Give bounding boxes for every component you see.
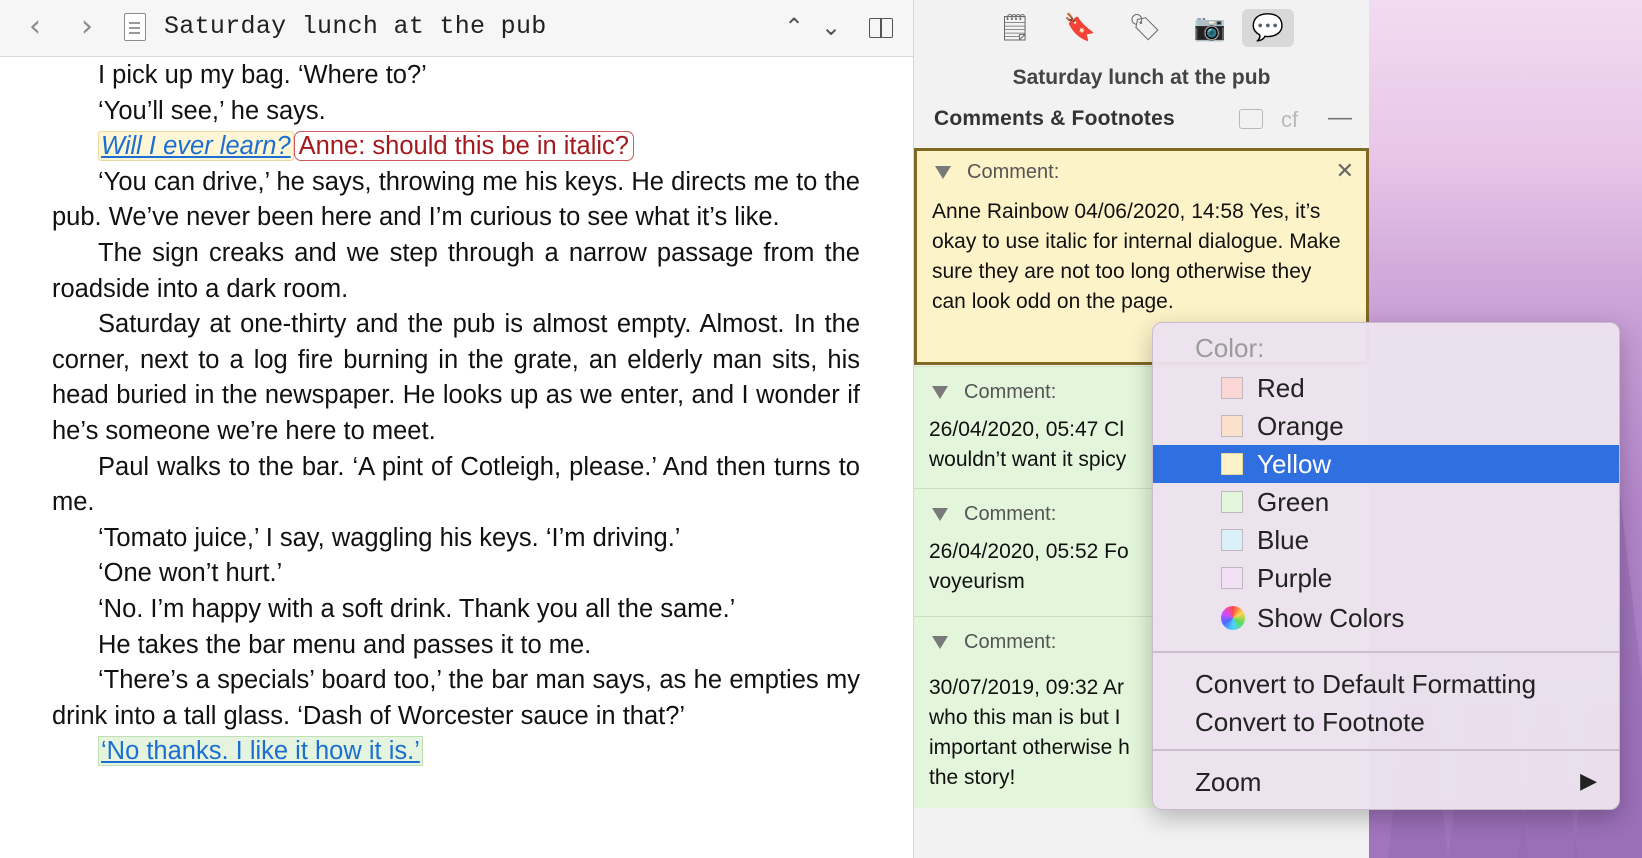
disclosure-triangle-icon[interactable] bbox=[935, 166, 951, 180]
comment-body[interactable]: Anne Rainbow 04/06/2020, 14:58 Yes, it’s… bbox=[932, 197, 1342, 317]
menu-item-convert-footnote[interactable]: Convert to Footnote bbox=[1153, 703, 1619, 741]
comment-header-label: Comment: bbox=[964, 503, 1057, 525]
menu-item-label: Show Colors bbox=[1257, 603, 1405, 633]
disclosure-triangle-icon[interactable] bbox=[932, 636, 948, 650]
inspector-toolbar: 🗒 🔖 🏷 📷 💬 bbox=[914, 0, 1369, 54]
menu-item-convert-default[interactable]: Convert to Default Formatting bbox=[1153, 665, 1619, 703]
document-title: Saturday lunch at the pub bbox=[164, 12, 547, 41]
menu-item-green[interactable]: Green bbox=[1153, 483, 1619, 521]
paragraph: Paul walks to the bar. ‘A pint of Cotlei… bbox=[52, 452, 860, 517]
menu-separator bbox=[1153, 749, 1619, 751]
add-comment-icon[interactable] bbox=[1239, 109, 1263, 129]
commented-text-link[interactable]: ‘No thanks. I like it how it is.’ bbox=[98, 736, 423, 767]
color-swatch bbox=[1221, 491, 1243, 513]
paragraph: I pick up my bag. ‘Where to?’ bbox=[98, 61, 427, 89]
menu-item-label: Yellow bbox=[1257, 449, 1332, 479]
color-menu-header: Color: bbox=[1195, 333, 1265, 363]
commented-text-link[interactable]: Will I ever learn? bbox=[98, 131, 294, 162]
paragraph: Saturday at one-thirty and the pub is al… bbox=[52, 310, 860, 445]
inline-annotation[interactable]: Anne: should this be in italic? bbox=[293, 131, 634, 162]
color-swatch bbox=[1221, 377, 1243, 399]
menu-separator bbox=[1153, 651, 1619, 653]
menu-item-yellow[interactable]: Yellow bbox=[1153, 445, 1619, 483]
color-wheel-icon bbox=[1221, 606, 1245, 630]
previous-document-icon[interactable]: ⌃ bbox=[779, 10, 809, 44]
paragraph: ‘Tomato juice,’ I say, waggling his keys… bbox=[98, 523, 681, 552]
menu-item-purple[interactable]: Purple bbox=[1153, 559, 1619, 597]
menu-item-label: Purple bbox=[1257, 563, 1333, 593]
comment-body[interactable]: 30/07/2019, 09:32 Ar who this man is but… bbox=[929, 673, 1149, 793]
paragraph: He takes the bar menu and passes it to m… bbox=[98, 630, 592, 659]
paragraph: ‘There’s a specials’ board too,’ the bar… bbox=[52, 666, 860, 730]
next-document-icon[interactable]: ⌄ bbox=[816, 10, 846, 44]
comment-body[interactable]: 26/04/2020, 05:47 Cl wouldn’t want it sp… bbox=[929, 415, 1149, 475]
menu-item-label: Convert to Footnote bbox=[1195, 707, 1425, 737]
disclosure-triangle-icon[interactable] bbox=[932, 386, 948, 400]
comment-header[interactable]: Comment: bbox=[932, 381, 1056, 404]
snapshots-camera-icon[interactable]: 📷 bbox=[1184, 9, 1236, 47]
color-swatch bbox=[1221, 415, 1243, 437]
comment-header-label: Comment: bbox=[967, 161, 1060, 183]
menu-item-label: Green bbox=[1257, 487, 1330, 517]
paragraph: ‘No. I’m happy with a soft drink. Thank … bbox=[98, 594, 736, 623]
menu-item-label: Convert to Default Formatting bbox=[1195, 669, 1537, 699]
menu-item-label: Red bbox=[1257, 373, 1305, 403]
paragraph: ‘You’ll see,’ he says. bbox=[98, 96, 326, 125]
comment-body[interactable]: 26/04/2020, 05:52 Fo voyeurism bbox=[929, 537, 1149, 597]
paragraph: The sign creaks and we step through a na… bbox=[52, 238, 860, 303]
color-swatch bbox=[1221, 453, 1243, 475]
submenu-arrow-icon: ▶ bbox=[1580, 769, 1597, 794]
editor-header-bar: ‹ › Saturday lunch at the pub ⌃ ⌄ bbox=[0, 0, 913, 57]
document-text[interactable]: I pick up my bag. ‘Where to?’ ‘You’ll se… bbox=[52, 58, 860, 770]
forward-arrow-icon[interactable]: › bbox=[72, 10, 102, 44]
comment-header-label: Comment: bbox=[964, 381, 1057, 403]
add-footnote-button[interactable]: cf bbox=[1281, 107, 1298, 133]
inspector-document-title: Saturday lunch at the pub bbox=[1012, 66, 1271, 89]
split-editor-icon[interactable] bbox=[869, 18, 893, 38]
comment-header[interactable]: Comment: bbox=[932, 503, 1056, 526]
menu-item-show-colors[interactable]: Show Colors bbox=[1153, 599, 1619, 637]
menu-item-zoom[interactable]: Zoom ▶ bbox=[1153, 763, 1619, 801]
back-arrow-icon[interactable]: ‹ bbox=[20, 10, 50, 44]
menu-item-label: Orange bbox=[1257, 411, 1344, 441]
menu-item-orange[interactable]: Orange bbox=[1153, 407, 1619, 445]
comment-header[interactable]: Comment: bbox=[932, 631, 1056, 654]
menu-item-label: Zoom bbox=[1195, 767, 1262, 797]
comments-icon[interactable]: 💬 bbox=[1242, 9, 1294, 47]
color-swatch bbox=[1221, 567, 1243, 589]
editor-pane: ‹ › Saturday lunch at the pub ⌃ ⌄ I pick… bbox=[0, 0, 913, 858]
color-swatch bbox=[1221, 529, 1243, 551]
close-icon[interactable]: ✕ bbox=[1336, 159, 1354, 184]
paragraph: Will I ever learn? Anne: should this be i… bbox=[52, 129, 860, 165]
menu-item-red[interactable]: Red bbox=[1153, 369, 1619, 407]
paragraph: ‘You can drive,’ he says, throwing me hi… bbox=[52, 167, 860, 232]
remove-button[interactable]: — bbox=[1328, 104, 1352, 132]
document-icon bbox=[124, 13, 146, 41]
paragraph: ‘No thanks. I like it how it is.’ bbox=[52, 734, 860, 770]
comment-header-label: Comment: bbox=[964, 631, 1057, 653]
comment-header[interactable]: Comment: bbox=[935, 161, 1059, 184]
menu-item-label: Blue bbox=[1257, 525, 1310, 555]
bookmark-icon[interactable]: 🔖 bbox=[1054, 9, 1106, 47]
disclosure-triangle-icon[interactable] bbox=[932, 508, 948, 522]
metadata-tag-icon[interactable]: 🏷 bbox=[1119, 9, 1171, 47]
menu-item-blue[interactable]: Blue bbox=[1153, 521, 1619, 559]
notes-icon[interactable]: 🗒 bbox=[989, 9, 1041, 47]
context-menu: Color: Red Orange Yellow Green Blue Purp… bbox=[1152, 322, 1620, 810]
section-title: Comments & Footnotes bbox=[934, 107, 1175, 130]
paragraph: ‘One won’t hurt.’ bbox=[98, 559, 283, 588]
